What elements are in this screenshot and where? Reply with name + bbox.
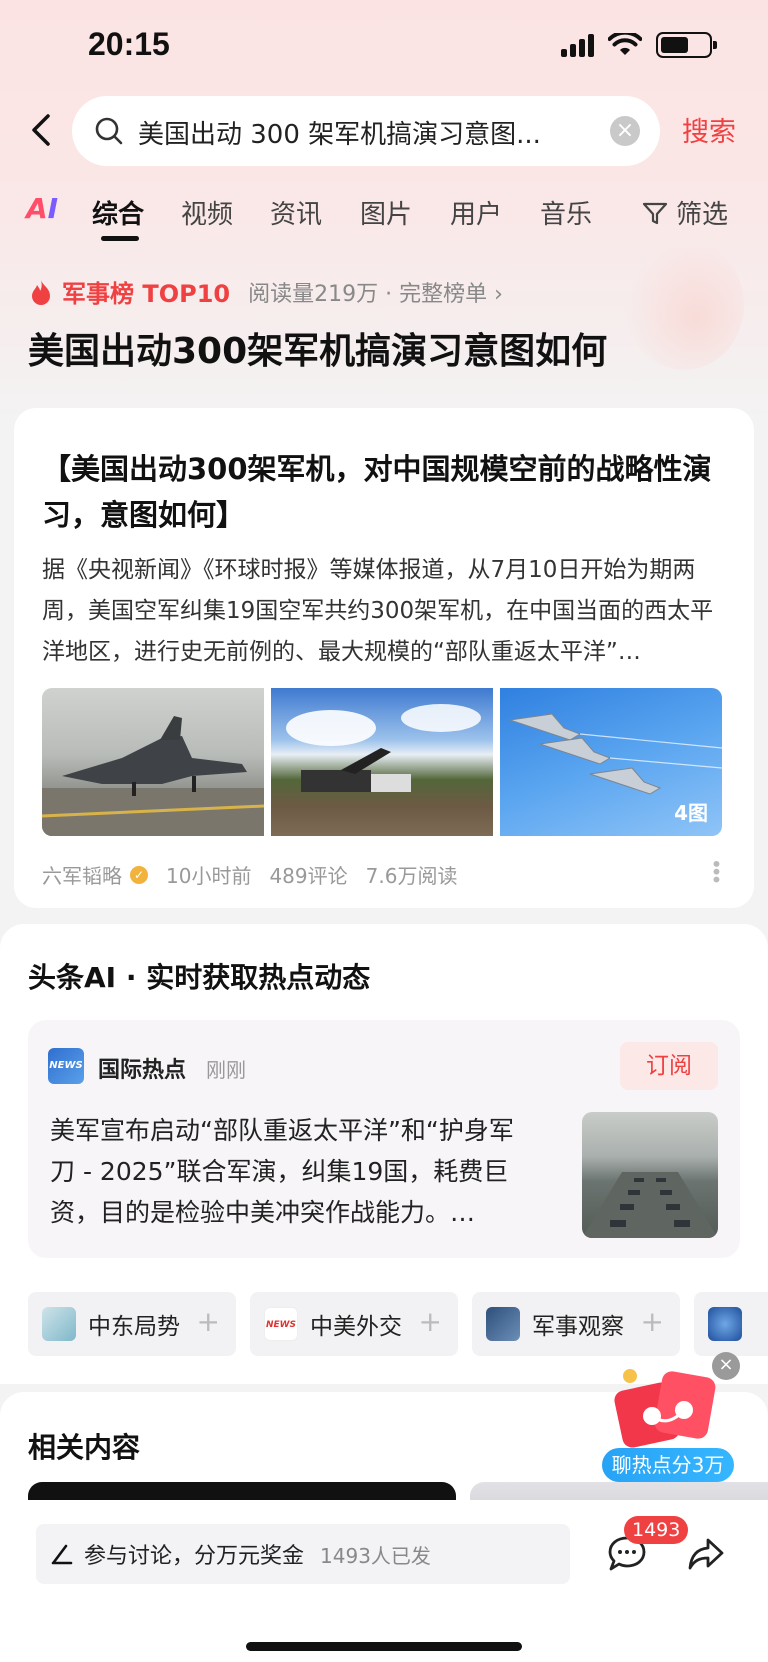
flame-decoration (624, 240, 744, 370)
article-image-construction[interactable] (271, 688, 493, 836)
article-image-jet[interactable] (42, 688, 264, 836)
tab-comprehensive[interactable]: 综合 (92, 194, 144, 231)
topic-label: 中东局势 (88, 1314, 180, 1340)
comment-count-badge: 1493 (624, 1516, 689, 1544)
red-envelope-icon (614, 1369, 716, 1448)
article-comments: 489评论 (269, 864, 348, 888)
topic-chip-middle-east[interactable]: 中东局势 + (28, 1292, 236, 1356)
article-title[interactable]: 【美国出动300架军机，对中国规模空前的战略性演习，意图如何】 (42, 446, 732, 538)
hotspot-image[interactable] (582, 1112, 718, 1238)
share-icon[interactable] (686, 1534, 726, 1574)
article-summary[interactable]: 据《央视新闻》《环球时报》等媒体报道，从7月10日开始为期两周，美国空军纠集19… (42, 550, 732, 673)
home-indicator (246, 1642, 522, 1651)
verified-icon: ✓ (130, 865, 148, 884)
hotspot-source-name: 国际热点 (98, 1058, 187, 1083)
pen-icon (51, 1544, 73, 1565)
page-title: 美国出动300架军机搞演习意图如何 (28, 331, 608, 372)
battery-icon (656, 32, 717, 58)
search-box[interactable]: 美国出动 300 架军机搞演习意图... × (72, 96, 660, 166)
topic-chip-china-us[interactable]: NEWS 中美外交 + (250, 1292, 458, 1356)
back-arrow-icon[interactable] (24, 112, 60, 148)
hotspot-card[interactable]: NEWS 国际热点 刚刚 订阅 美军宣布启动“部队重返太平洋”和“护身军刀 - … (28, 1020, 740, 1258)
comment-prompt: 参与讨论，分万元奖金 (84, 1544, 305, 1569)
topic-chips: 中东局势 + NEWS 中美外交 + 军事观察 + (28, 1292, 768, 1356)
hotspot-time: 刚刚 (206, 1058, 246, 1082)
ranking-meta[interactable]: 阅读量219万 · 完整榜单 › (248, 276, 503, 308)
ranking-row[interactable]: 军事榜 TOP10 阅读量219万 · 完整榜单 › (28, 274, 503, 309)
active-tab-indicator (101, 236, 139, 241)
filter-button[interactable]: 筛选 (640, 194, 728, 231)
search-row: 美国出动 300 架军机搞演习意图... × 搜索 (0, 96, 768, 166)
news-icon: NEWS (264, 1307, 298, 1341)
comment-input[interactable]: 参与讨论，分万元奖金 1493人已发 (36, 1524, 570, 1584)
wifi-icon (608, 33, 642, 55)
hotspot-text[interactable]: 美军宣布启动“部队重返太平洋”和“护身军刀 - 2025”联合军演，纠集19国，… (50, 1110, 536, 1233)
bottom-bar: 参与讨论，分万元奖金 1493人已发 1493 (0, 1500, 768, 1662)
add-icon[interactable]: + (641, 1306, 664, 1338)
filter-icon (642, 202, 668, 224)
ranking-label: 军事榜 TOP10 (62, 280, 231, 308)
military-icon (486, 1307, 520, 1341)
map-icon (42, 1307, 76, 1341)
tab-video[interactable]: 视频 (181, 194, 233, 231)
close-icon[interactable]: × (712, 1352, 740, 1380)
tab-images[interactable]: 图片 (360, 194, 412, 231)
article-image-formation[interactable]: 4图 (500, 688, 722, 836)
add-icon[interactable]: + (419, 1306, 442, 1338)
related-title: 相关内容 (28, 1431, 141, 1464)
search-input[interactable]: 美国出动 300 架军机搞演习意图... (138, 114, 598, 151)
topic-chip-more[interactable] (694, 1292, 768, 1356)
ai-tab-icon[interactable]: AI (26, 192, 58, 225)
more-options-icon[interactable]: ••• (704, 858, 728, 881)
ai-section-title: 头条AI · 实时获取热点动态 (28, 961, 371, 994)
comment-participants: 1493人已发 (320, 1543, 431, 1568)
subscribe-button[interactable]: 订阅 (620, 1042, 718, 1090)
tab-bar: AI 综合 视频 资讯 图片 用户 音乐 筛选 (0, 192, 768, 242)
search-icon (95, 117, 123, 145)
globe-icon (708, 1307, 742, 1341)
hot-chat-label[interactable]: 聊热点分3万 (602, 1448, 734, 1482)
fire-icon (32, 279, 50, 305)
filter-label: 筛选 (676, 200, 729, 230)
clear-icon[interactable]: × (610, 116, 640, 146)
article-reads: 7.6万阅读 (365, 864, 458, 888)
tab-users[interactable]: 用户 (450, 194, 502, 231)
tab-news[interactable]: 资讯 (270, 194, 322, 231)
article-meta: 六军韬略 ✓ 10小时前 489评论 7.6万阅读 (42, 860, 457, 889)
signal-icon (561, 33, 594, 57)
topic-label: 军事观察 (532, 1314, 624, 1340)
ai-hotspot-section: 头条AI · 实时获取热点动态 NEWS 国际热点 刚刚 订阅 美军宣布启动“部… (0, 924, 768, 1384)
article-time: 10小时前 (166, 864, 252, 888)
image-count-badge: 4图 (674, 801, 708, 825)
status-icons (561, 32, 717, 58)
topic-label: 中美外交 (310, 1314, 402, 1340)
status-time: 20:15 (88, 26, 170, 62)
search-button[interactable]: 搜索 (682, 110, 736, 149)
article-card[interactable]: 【美国出动300架军机，对中国规模空前的战略性演习，意图如何】 据《央视新闻》《… (14, 408, 754, 908)
topic-chip-military[interactable]: 军事观察 + (472, 1292, 680, 1356)
hot-chat-widget[interactable]: × 聊热点分3万 (600, 1352, 750, 1482)
article-author[interactable]: 六军韬略 (42, 860, 122, 889)
status-bar: 20:15 (0, 0, 768, 90)
news-logo-icon: NEWS (48, 1048, 84, 1084)
add-icon[interactable]: + (197, 1306, 220, 1338)
article-images[interactable]: 4图 (42, 688, 738, 838)
tab-music[interactable]: 音乐 (540, 194, 592, 231)
